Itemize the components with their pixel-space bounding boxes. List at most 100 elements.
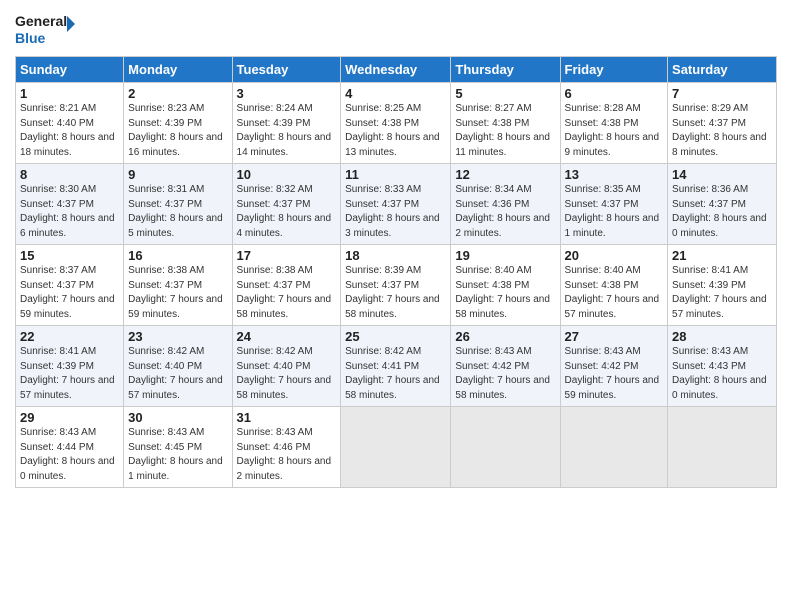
day-detail: Sunrise: 8:41 AMSunset: 4:39 PMDaylight:… — [672, 265, 767, 320]
day-number: 10 — [237, 167, 337, 182]
page: General Blue SundayMondayTuesdayWednesda… — [0, 0, 792, 612]
day-detail: Sunrise: 8:29 AMSunset: 4:37 PMDaylight:… — [672, 103, 767, 158]
day-detail: Sunrise: 8:41 AMSunset: 4:39 PMDaylight:… — [20, 346, 115, 401]
day-number: 19 — [455, 248, 555, 263]
day-detail: Sunrise: 8:39 AMSunset: 4:37 PMDaylight:… — [345, 265, 440, 320]
day-detail: Sunrise: 8:42 AMSunset: 4:40 PMDaylight:… — [237, 346, 332, 401]
day-number: 1 — [20, 86, 119, 101]
calendar-cell: 21 Sunrise: 8:41 AMSunset: 4:39 PMDaylig… — [668, 245, 777, 326]
day-number: 25 — [345, 329, 446, 344]
calendar-cell: 7 Sunrise: 8:29 AMSunset: 4:37 PMDayligh… — [668, 83, 777, 164]
day-detail: Sunrise: 8:23 AMSunset: 4:39 PMDaylight:… — [128, 103, 223, 158]
day-number: 14 — [672, 167, 772, 182]
calendar-cell: 18 Sunrise: 8:39 AMSunset: 4:37 PMDaylig… — [341, 245, 451, 326]
calendar-cell: 23 Sunrise: 8:42 AMSunset: 4:40 PMDaylig… — [124, 326, 232, 407]
calendar-cell: 1 Sunrise: 8:21 AMSunset: 4:40 PMDayligh… — [16, 83, 124, 164]
calendar-cell: 19 Sunrise: 8:40 AMSunset: 4:38 PMDaylig… — [451, 245, 560, 326]
calendar-cell: 13 Sunrise: 8:35 AMSunset: 4:37 PMDaylig… — [560, 164, 668, 245]
day-number: 11 — [345, 167, 446, 182]
day-detail: Sunrise: 8:43 AMSunset: 4:45 PMDaylight:… — [128, 427, 223, 482]
svg-text:General: General — [15, 13, 67, 29]
calendar-cell: 17 Sunrise: 8:38 AMSunset: 4:37 PMDaylig… — [232, 245, 341, 326]
calendar-cell: 4 Sunrise: 8:25 AMSunset: 4:38 PMDayligh… — [341, 83, 451, 164]
calendar-cell — [560, 407, 668, 488]
day-number: 30 — [128, 410, 227, 425]
day-detail: Sunrise: 8:43 AMSunset: 4:44 PMDaylight:… — [20, 427, 115, 482]
day-detail: Sunrise: 8:43 AMSunset: 4:42 PMDaylight:… — [565, 346, 660, 401]
day-number: 21 — [672, 248, 772, 263]
calendar-cell: 26 Sunrise: 8:43 AMSunset: 4:42 PMDaylig… — [451, 326, 560, 407]
calendar-cell: 15 Sunrise: 8:37 AMSunset: 4:37 PMDaylig… — [16, 245, 124, 326]
day-header-wednesday: Wednesday — [341, 57, 451, 83]
day-number: 16 — [128, 248, 227, 263]
calendar-cell: 6 Sunrise: 8:28 AMSunset: 4:38 PMDayligh… — [560, 83, 668, 164]
calendar-header-row: SundayMondayTuesdayWednesdayThursdayFrid… — [16, 57, 777, 83]
day-detail: Sunrise: 8:40 AMSunset: 4:38 PMDaylight:… — [455, 265, 550, 320]
day-detail: Sunrise: 8:25 AMSunset: 4:38 PMDaylight:… — [345, 103, 440, 158]
day-number: 7 — [672, 86, 772, 101]
calendar-cell: 25 Sunrise: 8:42 AMSunset: 4:41 PMDaylig… — [341, 326, 451, 407]
calendar-cell: 9 Sunrise: 8:31 AMSunset: 4:37 PMDayligh… — [124, 164, 232, 245]
calendar-cell: 5 Sunrise: 8:27 AMSunset: 4:38 PMDayligh… — [451, 83, 560, 164]
day-number: 5 — [455, 86, 555, 101]
day-detail: Sunrise: 8:30 AMSunset: 4:37 PMDaylight:… — [20, 184, 115, 239]
day-header-thursday: Thursday — [451, 57, 560, 83]
day-detail: Sunrise: 8:36 AMSunset: 4:37 PMDaylight:… — [672, 184, 767, 239]
calendar-cell: 14 Sunrise: 8:36 AMSunset: 4:37 PMDaylig… — [668, 164, 777, 245]
calendar-cell — [668, 407, 777, 488]
day-number: 13 — [565, 167, 664, 182]
day-detail: Sunrise: 8:43 AMSunset: 4:43 PMDaylight:… — [672, 346, 767, 401]
day-header-sunday: Sunday — [16, 57, 124, 83]
day-number: 29 — [20, 410, 119, 425]
day-number: 31 — [237, 410, 337, 425]
header: General Blue — [15, 10, 777, 48]
day-detail: Sunrise: 8:38 AMSunset: 4:37 PMDaylight:… — [128, 265, 223, 320]
calendar-cell — [341, 407, 451, 488]
day-number: 26 — [455, 329, 555, 344]
calendar-cell: 12 Sunrise: 8:34 AMSunset: 4:36 PMDaylig… — [451, 164, 560, 245]
calendar: SundayMondayTuesdayWednesdayThursdayFrid… — [15, 56, 777, 488]
calendar-cell: 28 Sunrise: 8:43 AMSunset: 4:43 PMDaylig… — [668, 326, 777, 407]
week-row-2: 8 Sunrise: 8:30 AMSunset: 4:37 PMDayligh… — [16, 164, 777, 245]
week-row-3: 15 Sunrise: 8:37 AMSunset: 4:37 PMDaylig… — [16, 245, 777, 326]
day-number: 22 — [20, 329, 119, 344]
calendar-cell: 11 Sunrise: 8:33 AMSunset: 4:37 PMDaylig… — [341, 164, 451, 245]
day-number: 18 — [345, 248, 446, 263]
calendar-cell: 31 Sunrise: 8:43 AMSunset: 4:46 PMDaylig… — [232, 407, 341, 488]
day-detail: Sunrise: 8:40 AMSunset: 4:38 PMDaylight:… — [565, 265, 660, 320]
day-number: 15 — [20, 248, 119, 263]
day-number: 17 — [237, 248, 337, 263]
calendar-cell: 22 Sunrise: 8:41 AMSunset: 4:39 PMDaylig… — [16, 326, 124, 407]
day-detail: Sunrise: 8:43 AMSunset: 4:42 PMDaylight:… — [455, 346, 550, 401]
day-detail: Sunrise: 8:21 AMSunset: 4:40 PMDaylight:… — [20, 103, 115, 158]
day-header-friday: Friday — [560, 57, 668, 83]
week-row-5: 29 Sunrise: 8:43 AMSunset: 4:44 PMDaylig… — [16, 407, 777, 488]
day-detail: Sunrise: 8:42 AMSunset: 4:41 PMDaylight:… — [345, 346, 440, 401]
calendar-cell: 8 Sunrise: 8:30 AMSunset: 4:37 PMDayligh… — [16, 164, 124, 245]
day-header-monday: Monday — [124, 57, 232, 83]
day-detail: Sunrise: 8:31 AMSunset: 4:37 PMDaylight:… — [128, 184, 223, 239]
day-number: 6 — [565, 86, 664, 101]
calendar-cell: 3 Sunrise: 8:24 AMSunset: 4:39 PMDayligh… — [232, 83, 341, 164]
day-detail: Sunrise: 8:42 AMSunset: 4:40 PMDaylight:… — [128, 346, 223, 401]
day-detail: Sunrise: 8:34 AMSunset: 4:36 PMDaylight:… — [455, 184, 550, 239]
svg-text:Blue: Blue — [15, 30, 46, 46]
logo-svg: General Blue — [15, 10, 75, 48]
day-number: 3 — [237, 86, 337, 101]
day-number: 2 — [128, 86, 227, 101]
calendar-cell: 16 Sunrise: 8:38 AMSunset: 4:37 PMDaylig… — [124, 245, 232, 326]
calendar-cell: 10 Sunrise: 8:32 AMSunset: 4:37 PMDaylig… — [232, 164, 341, 245]
day-header-saturday: Saturday — [668, 57, 777, 83]
day-number: 8 — [20, 167, 119, 182]
day-detail: Sunrise: 8:38 AMSunset: 4:37 PMDaylight:… — [237, 265, 332, 320]
day-number: 24 — [237, 329, 337, 344]
day-detail: Sunrise: 8:27 AMSunset: 4:38 PMDaylight:… — [455, 103, 550, 158]
day-number: 9 — [128, 167, 227, 182]
day-header-tuesday: Tuesday — [232, 57, 341, 83]
calendar-cell: 24 Sunrise: 8:42 AMSunset: 4:40 PMDaylig… — [232, 326, 341, 407]
calendar-cell: 20 Sunrise: 8:40 AMSunset: 4:38 PMDaylig… — [560, 245, 668, 326]
calendar-cell: 30 Sunrise: 8:43 AMSunset: 4:45 PMDaylig… — [124, 407, 232, 488]
day-detail: Sunrise: 8:24 AMSunset: 4:39 PMDaylight:… — [237, 103, 332, 158]
logo: General Blue — [15, 10, 75, 48]
day-number: 12 — [455, 167, 555, 182]
